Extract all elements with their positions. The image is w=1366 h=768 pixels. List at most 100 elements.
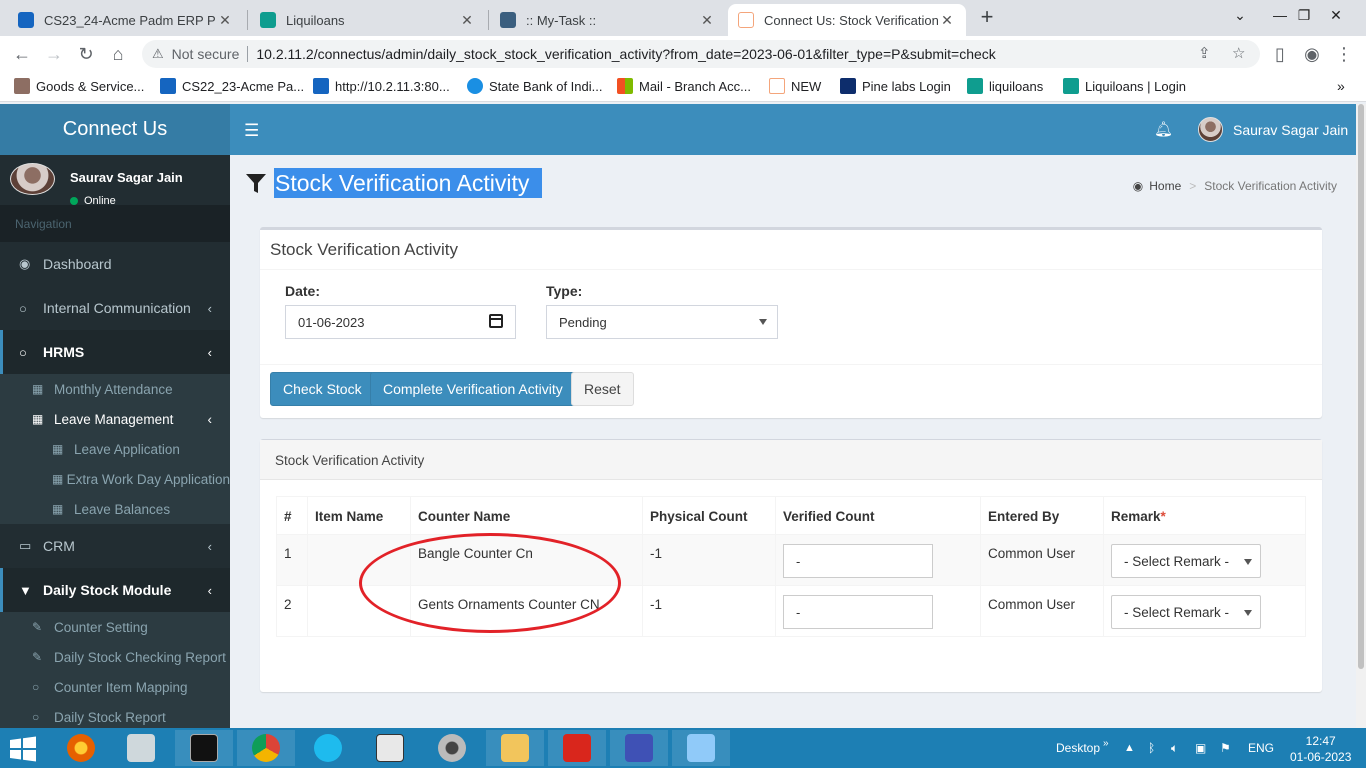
taskbar-app[interactable] [610, 730, 668, 766]
forward-icon[interactable]: → [42, 42, 66, 66]
pinelabs-logo-icon [840, 78, 856, 94]
bookmark-liquiloans[interactable]: liquiloans [967, 78, 1043, 94]
bookmark-cs22[interactable]: CS22_23-Acme Pa... [160, 78, 304, 94]
sidebar-item-leave-management[interactable]: ▦ Leave Management ‹ [0, 404, 230, 434]
taskbar-webcam[interactable] [423, 730, 481, 766]
col-header-remark: Remark* [1103, 496, 1306, 535]
sidebar-item-hrms[interactable]: ○ HRMS ‹ [0, 330, 230, 374]
sidepanel-icon[interactable]: ▯ [1268, 42, 1292, 66]
menu-kebab-icon[interactable]: ⋮ [1332, 42, 1356, 66]
taskbar-cmd[interactable] [175, 730, 233, 766]
filter-icon: ▼ [19, 582, 32, 598]
remote-desktop-icon [687, 734, 715, 762]
scrollbar-thumb[interactable] [1358, 104, 1364, 669]
close-tab-icon[interactable]: ✕ [698, 12, 716, 29]
bookmark-pinelabs[interactable]: Pine labs Login [840, 78, 951, 94]
bell-icon[interactable]: 🔔︎ [1154, 120, 1173, 138]
close-tab-icon[interactable]: ✕ [458, 12, 476, 29]
browser-tab-erp[interactable]: CS23_24-Acme Padm ERP Platf ✕ [8, 4, 244, 36]
desktop-label: Desktop [1056, 741, 1101, 755]
flag-icon[interactable]: ⚑ [1220, 728, 1231, 768]
remark-select[interactable]: - Select Remark - [1111, 544, 1261, 578]
taskbar-calculator[interactable] [112, 730, 170, 766]
table-header-row: # Item Name Counter Name Physical Count … [276, 496, 1306, 535]
taskbar-explorer[interactable] [486, 730, 544, 766]
system-clock[interactable]: 12:47 01-06-2023 [1290, 733, 1351, 765]
profile-icon[interactable]: ◉ [1300, 42, 1324, 66]
warning-icon[interactable]: ⚠ [152, 46, 164, 62]
language-indicator[interactable]: ENG [1248, 728, 1274, 768]
sidebar-item-daily-stock-report[interactable]: ○ Daily Stock Report [0, 702, 230, 728]
hamburger-menu-icon[interactable]: ☰ [244, 121, 259, 141]
reload-icon[interactable]: ↻ [74, 42, 98, 66]
app-logo[interactable]: Connect Us [0, 104, 230, 155]
taskbar-vnc[interactable] [361, 730, 419, 766]
check-stock-button[interactable]: Check Stock [270, 372, 375, 406]
sidebar-item-leave-balances[interactable]: ▦ Leave Balances [0, 494, 230, 524]
breadcrumb-separator: > [1189, 179, 1197, 193]
close-window-icon[interactable]: ✕ [1316, 0, 1356, 30]
breadcrumb-home[interactable]: Home [1149, 179, 1181, 193]
url-text[interactable]: 10.2.11.2/connectus/admin/daily_stock_st… [256, 46, 995, 62]
bookmark-goods-services[interactable]: Goods & Service... [14, 78, 144, 94]
more-bookmarks-icon[interactable]: » [1337, 78, 1345, 94]
new-tab-button[interactable]: + [976, 5, 998, 29]
taskbar-wps[interactable] [548, 730, 606, 766]
bookmark-label: Liquiloans | Login [1085, 78, 1186, 94]
desktop-toolbar[interactable]: Desktop » [1056, 728, 1109, 768]
complete-verification-button[interactable]: Complete Verification Activity [370, 372, 576, 406]
date-input[interactable]: 01-06-2023 [285, 305, 516, 339]
calendar-icon[interactable] [489, 314, 503, 328]
windows-start-icon[interactable] [8, 736, 38, 762]
verified-count-input[interactable]: - [783, 595, 933, 629]
network-icon[interactable]: ▣ [1195, 728, 1206, 768]
close-tab-icon[interactable]: ✕ [938, 12, 956, 29]
home-icon[interactable]: ⌂ [106, 42, 130, 66]
col-header-entered-by: Entered By [980, 496, 1104, 535]
bookmark-new[interactable]: NEW [769, 78, 821, 94]
bookmark-mail[interactable]: Mail - Branch Acc... [617, 78, 751, 94]
taskbar-remote[interactable] [672, 730, 730, 766]
security-label[interactable]: Not secure [172, 46, 240, 62]
omnibox[interactable]: ⚠ Not secure 10.2.11.2/connectus/admin/d… [142, 40, 1260, 68]
sidebar-item-dashboard[interactable]: ◉ Dashboard [0, 242, 230, 286]
sidebar-item-daily-stock-checking-report[interactable]: ✎ Daily Stock Checking Report [0, 642, 230, 672]
card-icon: ▭ [19, 538, 32, 553]
close-tab-icon[interactable]: ✕ [216, 12, 234, 29]
reset-button[interactable]: Reset [571, 372, 634, 406]
sidebar-item-daily-stock-module[interactable]: ▼ Daily Stock Module ‹ [0, 568, 230, 612]
sidebar-item-internal-communication[interactable]: ○ Internal Communication ‹ [0, 286, 230, 330]
dashboard-icon: ◉ [1132, 179, 1144, 193]
taskbar-ie[interactable] [299, 730, 357, 766]
sidebar-item-leave-application[interactable]: ▦ Leave Application [0, 434, 230, 464]
chevron-right-icon: » [1103, 737, 1109, 749]
share-icon[interactable]: ⇪ [1198, 44, 1211, 62]
sidebar-item-counter-setting[interactable]: ✎ Counter Setting [0, 612, 230, 642]
type-label: Type: [546, 283, 583, 299]
sidebar-item-label: Dashboard [43, 256, 112, 272]
bookmark-sbi[interactable]: State Bank of Indi... [467, 78, 602, 94]
remark-select[interactable]: - Select Remark - [1111, 595, 1261, 629]
volume-icon[interactable]: 🔈︎ [1171, 728, 1178, 768]
bookmark-liquiloans-login[interactable]: Liquiloans | Login [1063, 78, 1186, 94]
sidebar-item-crm[interactable]: ▭ CRM ‹ [0, 524, 230, 568]
taskbar-chrome[interactable] [237, 730, 295, 766]
browser-tab-liquiloans[interactable]: Liquiloans ✕ [250, 4, 486, 36]
sidebar-item-extra-work-day[interactable]: ▦ Extra Work Day Application [0, 464, 230, 494]
page-scrollbar[interactable] [1356, 104, 1366, 728]
type-select[interactable]: Pending [546, 305, 778, 339]
browser-tab-connectus[interactable]: Connect Us: Stock Verification ✕ [728, 4, 966, 36]
taskbar-firefox[interactable] [52, 730, 110, 766]
back-icon[interactable]: ← [10, 42, 34, 66]
sidebar-item-counter-item-mapping[interactable]: ○ Counter Item Mapping [0, 672, 230, 702]
bluetooth-icon[interactable]: ᛒ [1148, 728, 1155, 768]
browser-tab-mytask[interactable]: :: My-Task :: ✕ [490, 4, 726, 36]
sidebar-item-monthly-attendance[interactable]: ▦ Monthly Attendance [0, 374, 230, 404]
user-menu[interactable]: Saurav Sagar Jain [1198, 117, 1348, 142]
bookmark-ip[interactable]: http://10.2.11.3:80... [313, 78, 450, 94]
bookmark-star-icon[interactable]: ☆ [1232, 44, 1245, 62]
tab-search-icon[interactable]: ⌄ [1220, 0, 1260, 30]
sidebar-item-label: HRMS [43, 344, 85, 360]
tray-chevron-up-icon[interactable]: ▲ [1124, 728, 1135, 768]
verified-count-input[interactable]: - [783, 544, 933, 578]
